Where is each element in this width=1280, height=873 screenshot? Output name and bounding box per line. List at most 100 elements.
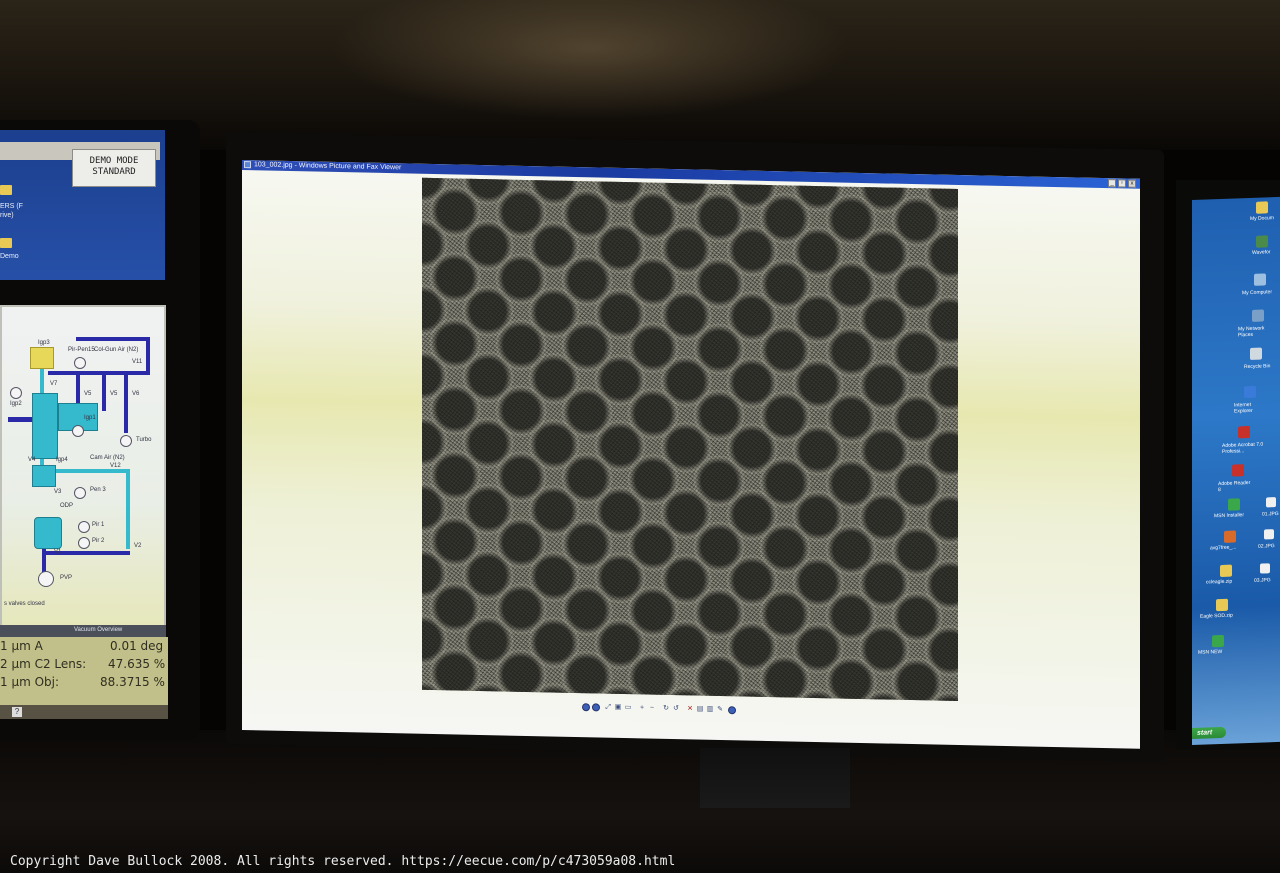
- label-v11: V11: [132, 359, 143, 365]
- label-odp: ODP: [60, 503, 74, 509]
- gauge-igp2: [10, 387, 22, 399]
- jpg-file-icon[interactable]: [1260, 563, 1270, 574]
- msn-installer-icon[interactable]: [1228, 498, 1240, 511]
- label-v5b: V5: [110, 391, 118, 397]
- label-valves-status: s valves closed: [4, 601, 45, 607]
- start-button[interactable]: start: [1192, 726, 1226, 739]
- next-icon[interactable]: [592, 703, 600, 712]
- pipe: [8, 417, 34, 422]
- label-v7: V7: [50, 381, 58, 387]
- pipe: [48, 371, 148, 375]
- desktop-icon-label: My Network Places: [1238, 325, 1265, 339]
- folder-icon[interactable]: [0, 238, 12, 248]
- readout-right: 88.3715 %: [100, 675, 165, 689]
- jpg-file-icon[interactable]: [1264, 529, 1274, 540]
- network-places-icon[interactable]: [1252, 309, 1264, 322]
- label-turbo: Turbo: [136, 437, 152, 443]
- zip-file-icon[interactable]: [1220, 564, 1232, 578]
- actual-size-icon[interactable]: ▣: [614, 704, 622, 712]
- vacuum-tab-title: Vacuum Overview: [74, 627, 123, 633]
- minimize-button[interactable]: _: [1108, 179, 1116, 188]
- desktop-label-3: Demo: [0, 253, 19, 260]
- readout-left: 1 μm A: [0, 639, 43, 653]
- ion-pump-igp3: [30, 347, 54, 369]
- my-documents-icon[interactable]: [1256, 201, 1268, 214]
- internet-explorer-icon[interactable]: [1244, 385, 1256, 399]
- readout-row: 1 μm A 0.01 deg: [0, 639, 166, 657]
- readout-right: 0.01 deg: [110, 639, 164, 653]
- buffer-tank: [32, 465, 56, 487]
- folder-icon[interactable]: [0, 185, 12, 195]
- odp-pump: [34, 517, 62, 549]
- best-fit-icon[interactable]: ⤢: [604, 704, 612, 712]
- zoom-in-icon[interactable]: +: [638, 704, 646, 712]
- rotate-ccw-icon[interactable]: ↺: [672, 705, 680, 713]
- acrobat-icon[interactable]: [1238, 425, 1250, 439]
- label-igp4: Igp4: [56, 457, 68, 463]
- waveform-icon[interactable]: [1256, 235, 1268, 248]
- delete-icon[interactable]: ✕: [686, 705, 694, 713]
- cryo-em-image: [422, 177, 958, 701]
- help-icon[interactable]: [728, 706, 736, 715]
- adobe-reader-icon[interactable]: [1232, 464, 1244, 477]
- pipe: [126, 469, 130, 549]
- copyright-notice: Copyright Dave Bullock 2008. All rights …: [10, 854, 676, 869]
- file-label: 01.JPG: [1262, 510, 1279, 518]
- desktop-icon-label: Recycle Bin: [1244, 363, 1271, 371]
- label-v2: V2: [134, 543, 142, 549]
- desktop-label-1: ERS (F: [0, 203, 23, 210]
- pipe: [76, 337, 148, 341]
- desktop-icon-label: Adobe Reader 8: [1218, 479, 1251, 494]
- label-v4: V4: [28, 457, 36, 463]
- vacuum-tab-bar[interactable]: Vacuum Overview: [0, 625, 166, 637]
- recycle-bin-icon[interactable]: [1250, 347, 1262, 360]
- demo-mode-line2: STANDARD: [92, 167, 136, 177]
- slideshow-icon[interactable]: ▭: [624, 704, 632, 712]
- readout-left: 2 μm C2 Lens:: [0, 657, 87, 671]
- demo-mode-badge: DEMO MODE STANDARD: [72, 149, 156, 187]
- right-desktop: My Docum Wavefor My Computer My Network …: [1192, 196, 1280, 745]
- desktop-icon-label: MSN NEW: [1198, 648, 1223, 656]
- file-label: 02.JPG: [1258, 543, 1275, 550]
- gauge-pen3: [74, 487, 86, 499]
- readout-row: 2 μm C2 Lens: 47.635 %: [0, 657, 166, 675]
- gauge-igp1: [72, 425, 84, 437]
- label-v3: V3: [54, 489, 62, 495]
- desktop-icon-label: avg7free_...: [1210, 544, 1237, 552]
- maximize-button[interactable]: ▫: [1118, 179, 1126, 188]
- zoom-out-icon[interactable]: −: [648, 705, 656, 713]
- desktop-icon-label: My Computer: [1242, 289, 1273, 297]
- zip-file-icon[interactable]: [1216, 598, 1228, 612]
- my-computer-icon[interactable]: [1254, 273, 1266, 286]
- avg-installer-icon[interactable]: [1224, 530, 1236, 543]
- microscope-readout: 1 μm A 0.01 deg 2 μm C2 Lens: 47.635 % 1…: [0, 637, 168, 707]
- label-pir-pen: Pir-Pen: [68, 347, 89, 353]
- label-cam-air: Cam Air (N2): [90, 455, 125, 461]
- edit-icon[interactable]: ✎: [716, 706, 724, 714]
- turbo-pump: [120, 435, 132, 447]
- vacuum-overview-panel: Igp3 Pir-Pen 15 Col-Gun Air (N2) V11 V7 …: [0, 305, 166, 637]
- app-icon: [244, 161, 251, 169]
- readout-right: 47.635 %: [108, 657, 166, 671]
- desktop-icon-label: Eagle SOD.zip: [1200, 612, 1233, 620]
- label-igp3: Igp3: [38, 340, 50, 346]
- pipe: [102, 371, 106, 411]
- column-chamber: [32, 393, 58, 459]
- label-igp2: Igp2: [10, 401, 22, 407]
- msn-icon[interactable]: [1212, 634, 1224, 648]
- label-v6: V6: [132, 391, 140, 397]
- jpg-file-icon[interactable]: [1266, 497, 1276, 508]
- previous-icon[interactable]: [582, 703, 590, 712]
- rotate-cw-icon[interactable]: ↻: [662, 705, 670, 713]
- copy-to-icon[interactable]: ▥: [706, 706, 714, 714]
- gauge-pir-pen: [74, 357, 86, 369]
- window-title: 103_002.jpg - Windows Picture and Fax Vi…: [254, 161, 402, 172]
- print-icon[interactable]: ▤: [696, 706, 704, 714]
- label-pir2: Pir 2: [92, 538, 105, 544]
- close-button[interactable]: x: [1128, 179, 1136, 188]
- desktop-icon-label: Adobe Acrobat 7.0 Professi...: [1222, 441, 1264, 455]
- label-v12: V12: [110, 463, 121, 469]
- help-button[interactable]: ?: [12, 707, 22, 717]
- desktop-icon-label: MSN Installer: [1214, 512, 1245, 520]
- demo-mode-line1: DEMO MODE: [89, 156, 139, 166]
